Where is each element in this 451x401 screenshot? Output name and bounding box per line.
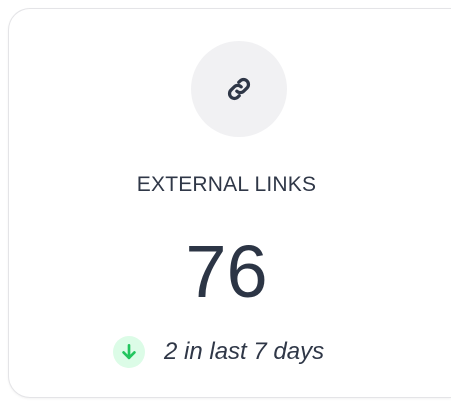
stat-card: EXTERNAL LINKS 76 2 in last 7 days (8, 8, 451, 398)
trend-icon-container (113, 336, 145, 368)
trend-indicator: 2 in last 7 days (113, 336, 324, 368)
stat-label: EXTERNAL LINKS (136, 173, 317, 196)
link-icon (227, 77, 251, 101)
trend-text: 2 in last 7 days (164, 338, 325, 365)
arrow-down-icon (122, 344, 136, 360)
stat-value: 76 (185, 230, 268, 313)
link-icon-container (191, 41, 287, 137)
